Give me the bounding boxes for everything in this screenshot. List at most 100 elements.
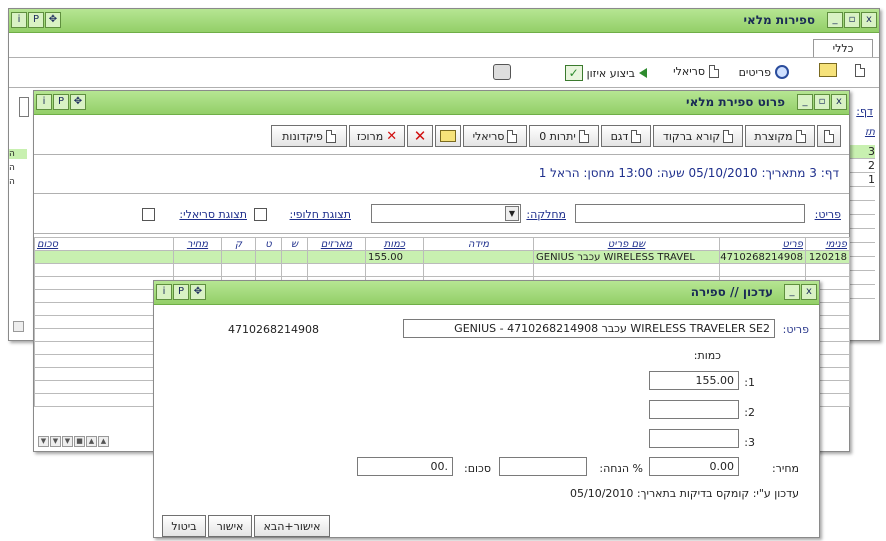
col-price[interactable]: מחיר — [173, 237, 222, 251]
prev-row-icon[interactable]: ▲ — [86, 436, 97, 447]
last-page-icon[interactable]: ▼ — [38, 436, 49, 447]
run-balance-label: ביצוע איזון — [586, 66, 635, 80]
serial-doc-icon — [507, 129, 518, 143]
row-internal: 120218 — [805, 250, 850, 264]
q2-field[interactable] — [649, 400, 739, 419]
detail-titlebar: x ▫ _ פרוט ספירת מלאי i P ✥ — [34, 91, 849, 115]
quick-label: מקוצרת — [754, 129, 793, 143]
magnifier-icon — [775, 65, 789, 79]
move-icon[interactable]: ✥ — [45, 12, 61, 28]
tab-general[interactable]: כללי — [813, 39, 873, 57]
side-header: תז — [864, 127, 875, 138]
new-document-icon[interactable] — [855, 64, 865, 80]
page-link[interactable]: דף: — [856, 105, 873, 118]
run-balance-button[interactable]: ביצוע איזון ✓ — [564, 65, 635, 81]
left-scroll-button[interactable] — [13, 321, 24, 332]
info-button[interactable]: i — [156, 284, 172, 300]
col-sum[interactable]: סכום — [34, 237, 174, 251]
serial-view-label[interactable]: תצוגת סריאלי: — [179, 208, 247, 221]
minimize-button[interactable]: _ — [827, 12, 843, 28]
col-size[interactable]: מידה — [423, 237, 534, 251]
balances-label: יתרות 0 — [539, 129, 576, 143]
new-button[interactable] — [817, 125, 841, 147]
centralized-button[interactable]: ✕ מרוכז — [349, 125, 405, 147]
q3-field[interactable] — [649, 429, 739, 448]
restore-button[interactable]: ▫ — [844, 12, 860, 28]
stop-icon[interactable]: ■ — [74, 436, 85, 447]
close-button[interactable]: x — [801, 284, 817, 300]
sum-field[interactable]: .00 — [357, 457, 453, 476]
left-hint-1: ה — [9, 149, 27, 159]
department-filter-label[interactable]: מחלקה: — [526, 208, 566, 221]
barcode-reader-button[interactable]: קורא ברקוד — [653, 125, 743, 147]
col-item-name[interactable]: שם פריט — [533, 237, 720, 251]
serial-doc-icon — [709, 65, 719, 78]
restore-button[interactable]: ▫ — [814, 94, 830, 110]
serial-view-checkbox[interactable] — [142, 208, 155, 221]
open-folder-icon[interactable] — [819, 63, 837, 77]
price-field[interactable]: 0.00 — [649, 457, 739, 476]
centralized-label: מרוכז — [356, 129, 384, 143]
col-item[interactable]: פריט — [719, 237, 806, 251]
serial-button[interactable]: סריאלי — [463, 125, 527, 147]
move-icon[interactable]: ✥ — [70, 94, 86, 110]
item-field[interactable]: WIRELESS TRAVELER SE2 עכבר GENIUS - 4710… — [403, 319, 775, 338]
close-button[interactable]: x — [831, 94, 847, 110]
col-internal[interactable]: פנימי — [805, 237, 850, 251]
info-button[interactable]: i — [11, 12, 27, 28]
col-sh[interactable]: ש — [281, 237, 308, 251]
col-k[interactable]: ק — [221, 237, 256, 251]
items-label: פריטים — [738, 65, 771, 79]
alt-view-label[interactable]: תצוגת חלופי: — [290, 208, 351, 221]
delete-button[interactable]: ✕ — [407, 125, 433, 147]
deposits-button[interactable]: פיקדונות — [271, 125, 347, 147]
discount-field[interactable] — [499, 457, 587, 476]
centralized-x-icon: ✕ — [386, 128, 398, 144]
close-button[interactable]: x — [861, 12, 877, 28]
minimize-button[interactable]: _ — [797, 94, 813, 110]
item-filter-input[interactable] — [575, 204, 805, 223]
info-button[interactable]: i — [36, 94, 52, 110]
confirm-button[interactable]: אישור — [208, 515, 252, 537]
q1-field[interactable]: 155.00 — [649, 371, 739, 390]
minimize-button[interactable]: _ — [784, 284, 800, 300]
left-hint-3: ה — [9, 177, 15, 187]
pin-button[interactable]: P — [28, 12, 44, 28]
cancel-button[interactable]: ביטול — [162, 515, 206, 537]
detail-window-title: פרוט ספירת מלאי — [686, 95, 785, 109]
main-titlebar: x ▫ _ ספירות מלאי i P ✥ — [9, 9, 879, 33]
play-arrow-icon — [639, 68, 647, 78]
confirm-next-button[interactable]: אישור+הבא — [254, 515, 330, 537]
serial-label: סריאלי — [673, 65, 705, 78]
serial-button[interactable]: סריאלי — [673, 65, 719, 78]
balances-button[interactable]: יתרות 0 — [529, 125, 599, 147]
move-icon[interactable]: ✥ — [190, 284, 206, 300]
row-size — [423, 250, 534, 264]
col-quantity[interactable]: כמות — [365, 237, 424, 251]
deposits-doc-icon — [325, 129, 336, 143]
row-item: 4710268214908 — [719, 250, 806, 264]
department-select[interactable]: ▼ — [371, 204, 521, 223]
first-page-icon[interactable]: ▲ — [98, 436, 109, 447]
chevron-down-icon: ▼ — [505, 206, 519, 221]
next-page-icon[interactable]: ▼ — [50, 436, 61, 447]
item-filter-label[interactable]: פריט: — [815, 208, 841, 221]
col-packages[interactable]: מארזים — [307, 237, 366, 251]
next-row-icon[interactable]: ▼ — [62, 436, 73, 447]
open-folder-button[interactable] — [435, 125, 461, 147]
sample-button[interactable]: דגם — [601, 125, 651, 147]
edit-window-title: עדכון // ספירה — [690, 285, 773, 299]
spreadsheet-check-icon: ✓ — [564, 65, 583, 81]
price-label: מחיר: — [771, 462, 799, 475]
pin-button[interactable]: P — [53, 94, 69, 110]
quantity-label: כמות: — [693, 349, 721, 362]
alt-view-checkbox[interactable] — [254, 208, 267, 221]
left-hint-2: ה — [9, 163, 15, 173]
pin-button[interactable]: P — [173, 284, 189, 300]
tools-icon[interactable] — [493, 64, 511, 80]
quick-button[interactable]: מקוצרת — [745, 125, 815, 147]
table-row[interactable]: 120218 4710268214908 WIRELESS TRAVEL עכב… — [34, 250, 850, 264]
col-t[interactable]: ט — [255, 237, 282, 251]
row-name: WIRELESS TRAVEL עכבר GENIUS — [533, 250, 720, 264]
items-button[interactable]: פריטים — [739, 65, 789, 79]
